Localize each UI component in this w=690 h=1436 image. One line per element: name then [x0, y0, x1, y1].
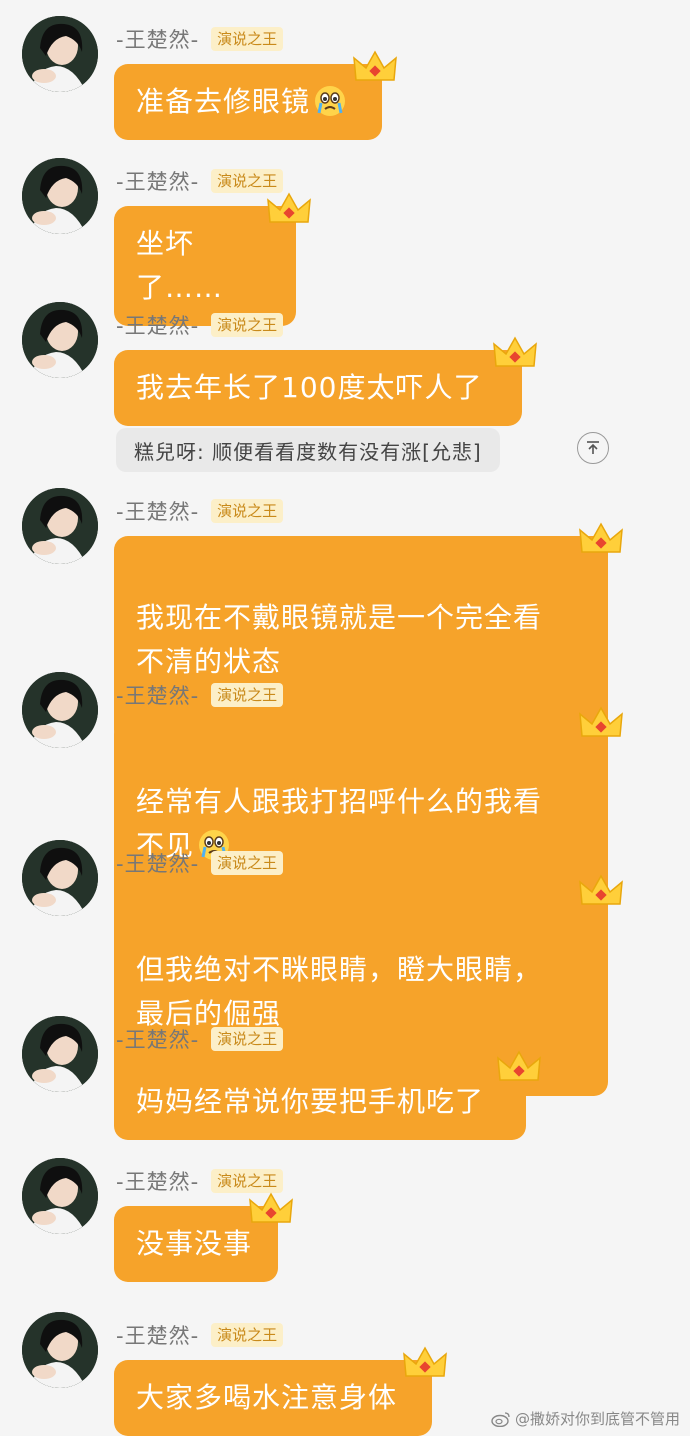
- sender-name: -王楚然-: [116, 1170, 200, 1194]
- message-text: 坐坏了……: [136, 227, 224, 304]
- message-bubble[interactable]: 没事没事: [114, 1192, 293, 1282]
- sender-badge: 演说之王: [211, 313, 284, 337]
- message-text: 大家多喝水注意身体: [136, 1381, 398, 1414]
- sender-badge: 演说之王: [211, 1169, 284, 1193]
- sender-badge: 演说之王: [211, 1027, 284, 1051]
- avatar[interactable]: [22, 1016, 98, 1092]
- crown-icon: [267, 192, 311, 223]
- crown-icon: [353, 50, 397, 81]
- arrow-up-to-top-icon[interactable]: [577, 432, 609, 464]
- message-bubble[interactable]: 准备去修眼镜: [114, 50, 397, 140]
- sender-name: -王楚然-: [116, 500, 200, 524]
- sender-meta: -王楚然- 演说之王: [116, 166, 284, 196]
- sender-meta: -王楚然- 演说之王: [116, 1024, 284, 1054]
- quoted-reply[interactable]: 糕兒呀: 顺便看看度数有没有涨[允悲]: [116, 428, 500, 472]
- crown-icon: [497, 1050, 541, 1081]
- avatar[interactable]: [22, 488, 98, 564]
- sender-name: -王楚然-: [116, 684, 200, 708]
- sender-name: -王楚然-: [116, 852, 200, 876]
- sender-name: -王楚然-: [116, 1028, 200, 1052]
- message-bubble[interactable]: 我现在不戴眼镜就是一个完全看 不清的状态: [114, 522, 623, 744]
- crown-icon: [579, 874, 623, 905]
- message-text: 没事没事: [136, 1227, 253, 1260]
- avatar[interactable]: [22, 840, 98, 916]
- crown-icon: [249, 1192, 293, 1223]
- avatar[interactable]: [22, 158, 98, 234]
- watermark-text: @撒娇对你到底管不管用: [514, 1410, 680, 1428]
- message-bubble[interactable]: 妈妈经常说你要把手机吃了: [114, 1050, 541, 1140]
- weibo-icon: [491, 1411, 510, 1427]
- sender-meta: -王楚然- 演说之王: [116, 680, 284, 710]
- message-text: 我去年长了100度太吓人了: [136, 371, 483, 404]
- sender-badge: 演说之王: [211, 169, 284, 193]
- sender-badge: 演说之王: [211, 1323, 284, 1347]
- sender-meta: -王楚然- 演说之王: [116, 24, 284, 54]
- quoted-reply-text: 糕兒呀: 顺便看看度数有没有涨[允悲]: [134, 439, 482, 464]
- avatar[interactable]: [22, 672, 98, 748]
- sender-meta: -王楚然- 演说之王: [116, 1320, 284, 1350]
- message-bubble[interactable]: 我去年长了100度太吓人了: [114, 336, 537, 426]
- arrow-up-to-top-glyph: [587, 441, 599, 454]
- crown-icon: [403, 1346, 447, 1377]
- watermark: @撒娇对你到底管不管用: [491, 1408, 680, 1429]
- sender-name: -王楚然-: [116, 314, 200, 338]
- crown-icon: [493, 336, 537, 367]
- message-text: 准备去修眼镜: [136, 85, 311, 118]
- avatar[interactable]: [22, 302, 98, 378]
- crown-icon: [579, 522, 623, 553]
- avatar[interactable]: [22, 1312, 98, 1388]
- avatar[interactable]: [22, 16, 98, 92]
- sender-name: -王楚然-: [116, 170, 200, 194]
- sender-name: -王楚然-: [116, 28, 200, 52]
- sender-meta: -王楚然- 演说之王: [116, 848, 284, 878]
- sender-meta: -王楚然- 演说之王: [116, 496, 284, 526]
- sender-badge: 演说之王: [211, 851, 284, 875]
- crying-face-icon: [315, 86, 346, 116]
- sender-meta: -王楚然- 演说之王: [116, 310, 284, 340]
- message-bubble[interactable]: 大家多喝水注意身体: [114, 1346, 447, 1436]
- message-text: 妈妈经常说你要把手机吃了: [136, 1085, 485, 1118]
- message-text: 我现在不戴眼镜就是一个完全看 不清的状态: [136, 601, 543, 678]
- sender-badge: 演说之王: [211, 683, 284, 707]
- message-bubble[interactable]: 坐坏了……: [114, 192, 311, 326]
- sender-badge: 演说之王: [211, 499, 284, 523]
- crown-icon: [579, 706, 623, 737]
- message-text: 但我绝对不眯眼睛，瞪大眼睛， 最后的倔强: [136, 953, 543, 1030]
- sender-name: -王楚然-: [116, 1324, 200, 1348]
- avatar[interactable]: [22, 1158, 98, 1234]
- sender-badge: 演说之王: [211, 27, 284, 51]
